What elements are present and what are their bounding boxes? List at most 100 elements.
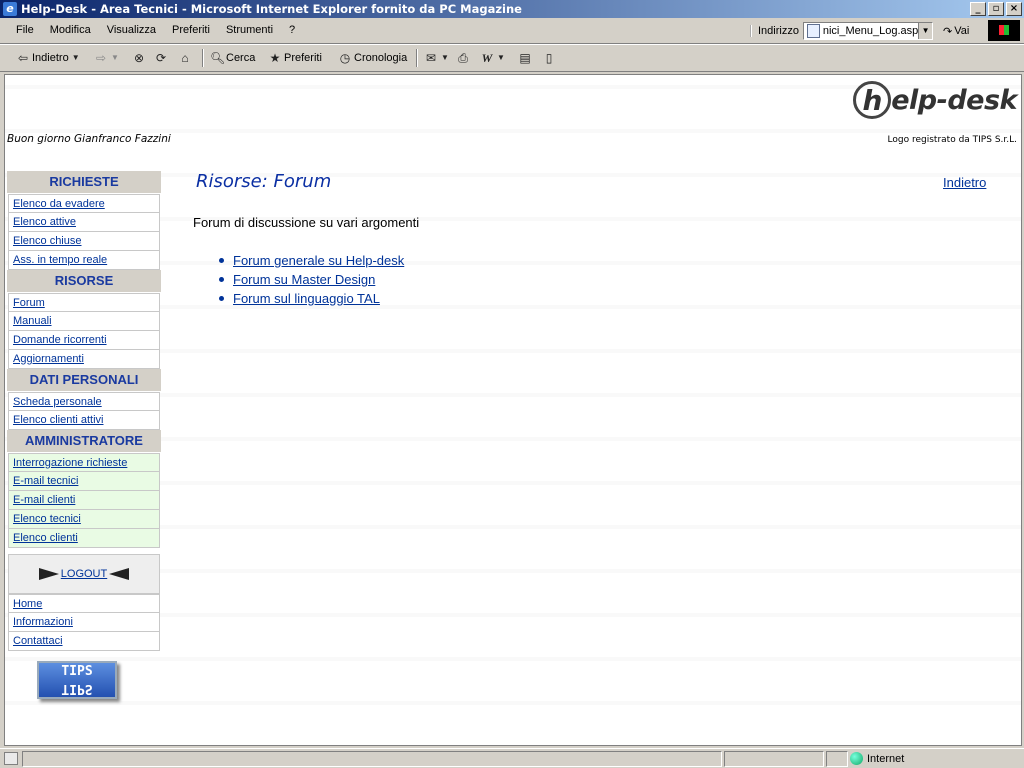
menu-help[interactable]: ?	[281, 24, 303, 36]
status-bar: Internet	[0, 748, 1024, 768]
address-label: Indirizzo	[750, 25, 799, 37]
menu-modifica[interactable]: Modifica	[42, 24, 99, 36]
print-button[interactable]: ⎙	[456, 50, 470, 66]
sidebar-item-informazioni[interactable]: Informazioni	[8, 613, 160, 632]
chevron-down-icon[interactable]: ▼	[918, 23, 932, 39]
menu-file[interactable]: File	[8, 24, 42, 36]
back-button[interactable]: ⇦ Indietro ▼	[16, 50, 81, 66]
sidebar-item-ass-tempo-reale[interactable]: Ass. in tempo reale	[8, 251, 160, 270]
standard-toolbar: ⇦ Indietro ▼ ⇨ ▼ ⊗ ⟳ ⌂ 🔍︎ Cerca ★ Prefer…	[0, 44, 1024, 72]
search-label: Cerca	[226, 52, 256, 64]
mail-icon: ✉	[425, 51, 437, 65]
sidebar-item-manuali[interactable]: Manuali	[8, 312, 160, 331]
favorites-label: Preferiti	[284, 52, 322, 64]
arrow-left-icon	[109, 568, 130, 580]
sidebar-item-elenco-chiuse[interactable]: Elenco chiuse	[8, 232, 160, 251]
history-icon: ◷	[339, 51, 351, 65]
menu-visualizza[interactable]: Visualizza	[99, 24, 164, 36]
sidebar-item-home[interactable]: Home	[8, 594, 160, 613]
sidebar-item-email-clienti[interactable]: E-mail clienti	[8, 491, 160, 510]
logo-text: elp-desk	[891, 84, 1017, 116]
windows-logo-icon	[988, 20, 1020, 41]
discuss-button[interactable]: ▤	[518, 50, 532, 66]
sidebar-item-elenco-da-evadere[interactable]: Elenco da evadere	[8, 194, 160, 213]
close-button[interactable]: ×	[1006, 2, 1022, 16]
sidebar-item-forum[interactable]: Forum	[8, 293, 160, 312]
back-link[interactable]: Indietro	[943, 175, 986, 190]
security-zone: Internet	[850, 752, 904, 765]
favorites-button[interactable]: ★ Preferiti	[268, 50, 322, 66]
refresh-icon: ⟳	[155, 51, 167, 65]
status-cell	[826, 751, 848, 767]
sidebar-item-aggiornamenti[interactable]: Aggiornamenti	[8, 350, 160, 369]
chevron-down-icon[interactable]: ▼	[440, 51, 450, 65]
stop-icon: ⊗	[133, 51, 145, 65]
menu-bar: File Modifica Visualizza Preferiti Strum…	[0, 18, 1024, 44]
greeting-text: Buon giorno Gianfranco Fazzini	[7, 133, 171, 145]
document-icon: ▤	[519, 51, 531, 65]
window-title-bar: e Help-Desk - Area Tecnici - Microsoft I…	[0, 0, 1024, 18]
sidebar-item-elenco-attive[interactable]: Elenco attive	[8, 213, 160, 232]
forum-link-generale[interactable]: Forum generale su Help-desk	[215, 251, 404, 270]
chevron-down-icon[interactable]: ▼	[496, 51, 506, 65]
back-arrow-icon: ⇦	[17, 51, 29, 65]
help-desk-logo: h elp-desk	[853, 81, 1017, 119]
forum-link-tal[interactable]: Forum sul linguaggio TAL	[215, 289, 404, 308]
zone-label: Internet	[867, 752, 905, 765]
address-bar: Indirizzo nici_Menu_Log.asp ▼ ↷ Vai	[750, 21, 969, 41]
sidebar-item-contattaci[interactable]: Contattaci	[8, 632, 160, 651]
sidebar-item-elenco-clienti[interactable]: Elenco clienti	[8, 529, 160, 548]
sidebar-item-interrogazione-richieste[interactable]: Interrogazione richieste	[8, 453, 160, 472]
messenger-icon: ▯	[545, 51, 553, 65]
go-label: Vai	[954, 25, 970, 37]
stop-button[interactable]: ⊗	[132, 50, 146, 66]
forward-button[interactable]: ⇨ ▼	[94, 50, 120, 66]
mail-button[interactable]: ✉ ▼	[424, 50, 450, 66]
search-button[interactable]: 🔍︎ Cerca	[210, 50, 255, 66]
back-label: Indietro	[32, 52, 69, 64]
address-input[interactable]: nici_Menu_Log.asp ▼	[802, 22, 933, 40]
forum-link-master-design[interactable]: Forum su Master Design	[215, 270, 404, 289]
history-label: Cronologia	[354, 52, 408, 64]
sidebar-menu: RICHIESTE Elenco da evadere Elenco attiv…	[7, 171, 161, 699]
edit-button[interactable]: W ▼	[480, 50, 506, 66]
logo-note: Logo registrato da TIPS S.r.L.	[887, 135, 1017, 145]
sidebar-item-domande-ricorrenti[interactable]: Domande ricorrenti	[8, 331, 160, 350]
minimize-button[interactable]: _	[970, 2, 986, 16]
go-button[interactable]: ↷ Vai	[943, 25, 969, 38]
menu-preferiti[interactable]: Preferiti	[164, 24, 218, 36]
sidebar-item-elenco-clienti-attivi[interactable]: Elenco clienti attivi	[8, 411, 160, 430]
refresh-button[interactable]: ⟳	[154, 50, 168, 66]
sidebar-item-elenco-tecnici[interactable]: Elenco tecnici	[8, 510, 160, 529]
section-header-risorse: RISORSE	[7, 270, 161, 293]
arrow-right-icon	[38, 568, 59, 580]
ie-icon: e	[3, 2, 17, 16]
messenger-button[interactable]: ▯	[542, 50, 556, 66]
logout-button[interactable]: LOGOUT	[8, 554, 160, 594]
status-cell	[724, 751, 824, 767]
section-header-dati-personali: DATI PERSONALI	[7, 369, 161, 392]
maximize-button[interactable]: ▫	[988, 2, 1004, 16]
home-button[interactable]: ⌂	[178, 50, 192, 66]
window-controls: _ ▫ ×	[970, 2, 1022, 16]
search-icon: 🔍︎	[210, 51, 226, 65]
word-icon: W	[481, 51, 493, 65]
forum-list: Forum generale su Help-desk Forum su Mas…	[215, 251, 404, 308]
home-icon: ⌂	[181, 51, 189, 65]
page-title: Risorse: Forum	[196, 171, 332, 192]
chevron-down-icon[interactable]: ▼	[110, 51, 120, 65]
page-content: h elp-desk Logo registrato da TIPS S.r.L…	[4, 74, 1022, 746]
window-title: Help-Desk - Area Tecnici - Microsoft Int…	[21, 2, 522, 16]
menu-strumenti[interactable]: Strumenti	[218, 24, 281, 36]
logo-h-mark: h	[853, 81, 892, 119]
chevron-down-icon[interactable]: ▼	[71, 51, 81, 65]
section-header-richieste: RICHIESTE	[7, 171, 161, 194]
section-header-amministratore: AMMINISTRATORE	[7, 430, 161, 453]
forward-arrow-icon: ⇨	[95, 51, 107, 65]
sidebar-item-email-tecnici[interactable]: E-mail tecnici	[8, 472, 160, 491]
tips-logo-bottom: TIPS	[61, 681, 93, 696]
sidebar-item-scheda-personale[interactable]: Scheda personale	[8, 392, 160, 411]
tips-logo: TIPS TIPS	[37, 661, 117, 699]
address-value: nici_Menu_Log.asp	[822, 25, 919, 37]
history-button[interactable]: ◷ Cronologia	[338, 50, 407, 66]
